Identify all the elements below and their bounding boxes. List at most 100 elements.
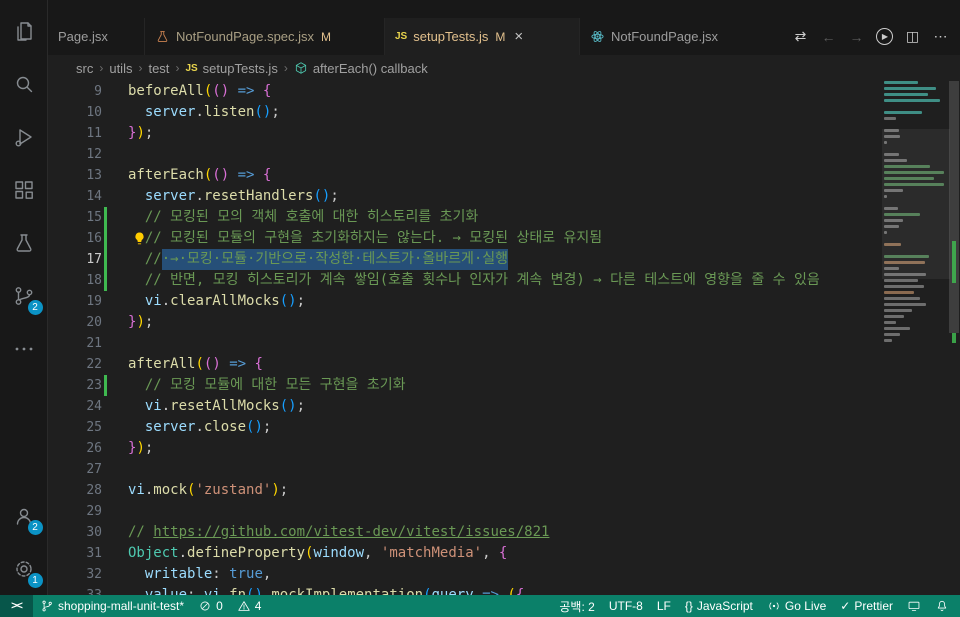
activity-bar-item-search[interactable] <box>0 57 48 110</box>
navigate-back-icon[interactable]: ← <box>815 23 842 50</box>
minimap-slider[interactable] <box>882 129 950 279</box>
activity-bar-item-source-control[interactable]: 2 <box>0 269 48 322</box>
status-encoding-label: UTF-8 <box>608 599 643 613</box>
code-token: afterEach <box>128 167 204 183</box>
code-line[interactable]: 24 vi.resetAllMocks(); <box>48 396 960 417</box>
code-line[interactable]: 10 server.listen(); <box>48 102 960 123</box>
code-editor[interactable]: 9 beforeAll(() => {10 server.listen(); 11}… <box>48 81 960 595</box>
line-number: 15 <box>86 210 102 225</box>
breadcrumb-item-1[interactable]: src <box>76 61 93 76</box>
line-number: 10 <box>86 105 102 120</box>
tab-page-jsx[interactable]: Page.jsx <box>48 18 145 55</box>
code-text: // 모킹 모듈에 대한 모든 구현을 초기화 <box>112 375 406 396</box>
compare-changes-icon[interactable]: ⇄ <box>787 23 814 50</box>
code-line[interactable]: 11}); <box>48 123 960 144</box>
code-line[interactable]: 32 writable: true, <box>48 564 960 585</box>
code-line[interactable]: 19 vi.clearAllMocks(); <box>48 291 960 312</box>
activity-bar-item-explorer[interactable] <box>0 4 48 57</box>
gutter <box>102 312 112 333</box>
minimap-line <box>884 93 928 96</box>
code-line[interactable]: 20}); <box>48 312 960 333</box>
tab-notfoundpage-spec-jsx[interactable]: NotFoundPage.spec.jsx M <box>145 18 385 55</box>
code-token: , <box>262 566 272 582</box>
gutter <box>102 543 112 564</box>
breadcrumb-item-2[interactable]: utils <box>109 61 132 76</box>
code-line[interactable]: 21 <box>48 333 960 354</box>
gutter <box>102 522 112 543</box>
code-line[interactable]: 14 server.resetHandlers(); <box>48 186 960 207</box>
code-text: afterEach(() => { <box>112 165 271 186</box>
code-line[interactable]: 22 afterAll(() => { <box>48 354 960 375</box>
run-file-icon[interactable]: ▶ <box>871 23 898 50</box>
status-language-mode[interactable]: {} JavaScript <box>678 595 760 617</box>
scrollbar-thumb[interactable] <box>949 81 959 333</box>
status-remote-indicator-label: >< <box>11 600 23 612</box>
status-indentation[interactable]: 공백: 2 <box>552 595 601 617</box>
minimap-line <box>884 339 892 342</box>
activity-bar-item-settings[interactable]: 1 <box>0 542 48 595</box>
breadcrumb-label: src <box>76 60 94 76</box>
split-editor-icon[interactable]: ◫ <box>899 23 926 50</box>
tab-label: Page.jsx <box>58 29 108 44</box>
code-text: // 모킹된 모듈의 구현을 초기화하지는 않는다. → 모킹된 상태로 유지됨 <box>112 228 602 249</box>
code-line[interactable]: 18 // 반면, 모킹 히스토리가 계속 쌓임(호출 횟수나 인자가 계속 변… <box>48 270 960 291</box>
code-line[interactable]: 13 afterEach(() => { <box>48 165 960 186</box>
code-token: // <box>128 524 154 540</box>
more-actions-icon[interactable]: ⋯ <box>927 23 954 50</box>
code-line[interactable]: 23 // 모킹 모듈에 대한 모든 구현을 초기화 <box>48 375 960 396</box>
minimap-line <box>884 321 896 324</box>
status-screencast[interactable] <box>900 595 928 617</box>
code-line[interactable]: 16 // 모킹된 모듈의 구현을 초기화하지는 않는다. → 모킹된 상태로 … <box>48 228 960 249</box>
code-line[interactable]: 30 // https://github.com/vitest-dev/vites… <box>48 522 960 543</box>
close-icon[interactable]: × <box>514 28 523 45</box>
tab-setuptests-js[interactable]: JS setupTests.js M × <box>385 18 580 55</box>
tab-notfoundpage-jsx[interactable]: NotFoundPage.jsx <box>580 18 730 55</box>
status-notifications[interactable] <box>928 595 956 617</box>
editor-scrollbar[interactable] <box>948 81 960 595</box>
activity-bar-item-run-and-debug[interactable] <box>0 110 48 163</box>
code-token: ( <box>254 104 263 120</box>
minimap-line <box>884 315 904 318</box>
activity-bar-item-additional-views[interactable] <box>0 322 48 375</box>
warning-icon <box>237 599 251 613</box>
code-line[interactable]: 28 vi.mock('zustand'); <box>48 480 960 501</box>
status-git-branch[interactable]: shopping-mall-unit-test* <box>33 595 191 617</box>
activity-bar-item-testing[interactable] <box>0 216 48 269</box>
code-line[interactable]: 27 <box>48 459 960 480</box>
code-line[interactable]: 17 //·→·모킹·모듈·기반으로·작성한·테스트가·올바르게·실행 <box>48 249 960 270</box>
code-line[interactable]: 31 Object.defineProperty(window, 'matchMe… <box>48 543 960 564</box>
code-line[interactable]: 9 beforeAll(() => { <box>48 81 960 102</box>
activity-bar-item-extensions[interactable] <box>0 163 48 216</box>
code-token: { <box>262 167 272 183</box>
breadcrumb-item-5[interactable]: afterEach() callback <box>294 61 428 76</box>
status-warnings[interactable]: 4 <box>230 595 269 617</box>
status-eol[interactable]: LF <box>650 595 678 617</box>
breadcrumb-item-3[interactable]: test <box>148 61 169 76</box>
status-go-live[interactable]: Go Live <box>760 595 833 617</box>
breadcrumb-separator: › <box>138 61 143 75</box>
code-line[interactable]: 12 <box>48 144 960 165</box>
status-remote-indicator[interactable]: >< <box>0 595 33 617</box>
code-line[interactable]: 26}); <box>48 438 960 459</box>
code-text: server.listen(); <box>112 102 280 123</box>
code-line[interactable]: 33 value: vi.fn().mockImplementation(que… <box>48 585 960 595</box>
code-line[interactable]: 25 server.close(); <box>48 417 960 438</box>
gutter <box>102 417 112 438</box>
breadcrumb-item-4[interactable]: JS setupTests.js <box>185 61 277 76</box>
gutter <box>102 564 112 585</box>
navigate-forward-icon[interactable]: → <box>843 23 870 50</box>
code-token: . <box>161 398 171 414</box>
code-line[interactable]: 15 // 모킹된 모의 객체 호출에 대한 히스토리를 초기화 <box>48 207 960 228</box>
code-text: server.resetHandlers(); <box>112 186 339 207</box>
code-text: vi.resetAllMocks(); <box>112 396 305 417</box>
breadcrumb-separator: › <box>283 61 288 75</box>
status-encoding[interactable]: UTF-8 <box>602 595 650 617</box>
minimap[interactable] <box>882 81 950 595</box>
activity-bar-item-accounts[interactable]: 2 <box>0 489 48 542</box>
status-errors[interactable]: 0 <box>191 595 230 617</box>
code-line[interactable]: 29 <box>48 501 960 522</box>
code-token: ( <box>423 587 432 595</box>
status-prettier[interactable]: ✓ Prettier <box>833 595 900 617</box>
